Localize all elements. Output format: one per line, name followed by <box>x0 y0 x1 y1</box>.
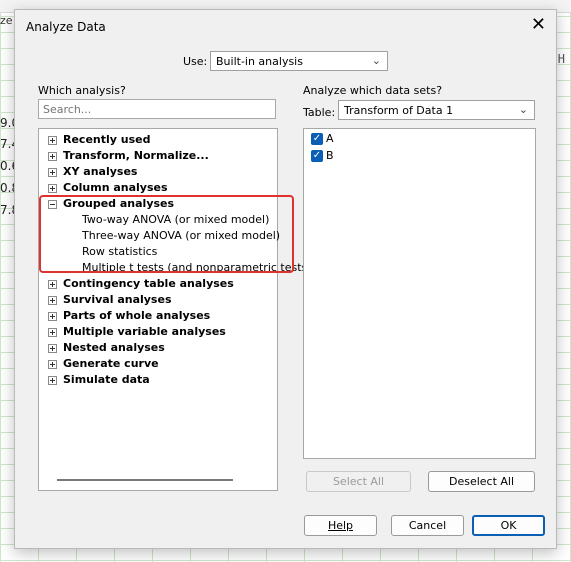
dataset-item-a[interactable]: ✓ A <box>311 131 334 147</box>
help-button[interactable]: Help <box>304 515 377 536</box>
tree-item-column-analyses[interactable]: Column analyses <box>48 180 168 196</box>
tree-item-parts-of-whole[interactable]: Parts of whole analyses <box>48 308 210 324</box>
horizontal-scrollbar[interactable] <box>57 479 233 481</box>
tree-item-transform-normalize[interactable]: Transform, Normalize... <box>48 148 209 164</box>
deselect-all-button[interactable]: Deselect All <box>428 471 535 492</box>
expand-plus-icon[interactable] <box>48 183 57 193</box>
datasets-list: ✓ A ✓ B <box>303 128 536 459</box>
tree-item-multiple-variable[interactable]: Multiple variable analyses <box>48 324 226 340</box>
which-analysis-label: Which analysis? <box>38 84 126 97</box>
tree-item-nested-analyses[interactable]: Nested analyses <box>48 340 165 356</box>
which-datasets-label: Analyze which data sets? <box>303 84 443 97</box>
expand-plus-icon[interactable] <box>48 279 57 289</box>
cancel-button[interactable]: Cancel <box>391 515 464 536</box>
column-header-h: H <box>557 52 565 66</box>
dataset-item-b[interactable]: ✓ B <box>311 148 334 164</box>
tree-item-xy-analyses[interactable]: XY analyses <box>48 164 137 180</box>
ok-button[interactable]: OK <box>472 515 545 536</box>
tree-item-recently-used[interactable]: Recently used <box>48 132 150 148</box>
analysis-tree[interactable]: Recently used Transform, Normalize... XY… <box>38 128 319 491</box>
expand-plus-icon[interactable] <box>48 311 57 321</box>
use-dropdown-value: Built-in analysis <box>216 55 303 68</box>
select-all-button[interactable]: Select All <box>306 471 411 492</box>
highlight-annotation-box <box>39 195 294 273</box>
expand-plus-icon[interactable] <box>48 343 57 353</box>
table-label: Table: <box>303 106 336 119</box>
expand-plus-icon[interactable] <box>48 135 57 145</box>
expand-plus-icon[interactable] <box>48 375 57 385</box>
expand-plus-icon[interactable] <box>48 295 57 305</box>
expand-plus-icon[interactable] <box>48 359 57 369</box>
use-label: Use: <box>183 55 208 68</box>
tree-item-simulate-data[interactable]: Simulate data <box>48 372 150 388</box>
tree-item-survival-analyses[interactable]: Survival analyses <box>48 292 172 308</box>
checkbox-checked-icon[interactable]: ✓ <box>311 150 323 162</box>
expand-plus-icon[interactable] <box>48 167 57 177</box>
search-input[interactable] <box>38 99 276 119</box>
analyze-data-dialog: Analyze Data ✕ Use: Built-in analysis ⌄ … <box>14 9 557 549</box>
tree-item-contingency-table[interactable]: Contingency table analyses <box>48 276 234 292</box>
table-dropdown-value: Transform of Data 1 <box>344 104 454 117</box>
table-dropdown[interactable]: Transform of Data 1 ⌄ <box>338 100 535 120</box>
tree-item-generate-curve[interactable]: Generate curve <box>48 356 159 372</box>
expand-plus-icon[interactable] <box>48 151 57 161</box>
close-icon[interactable]: ✕ <box>531 16 546 34</box>
expand-plus-icon[interactable] <box>48 327 57 337</box>
use-dropdown[interactable]: Built-in analysis ⌄ <box>210 51 388 71</box>
chevron-down-icon: ⌄ <box>518 103 528 116</box>
chevron-down-icon: ⌄ <box>371 54 381 67</box>
dialog-title: Analyze Data <box>26 20 106 34</box>
toolbar-partial-text: ze <box>0 14 13 27</box>
checkbox-checked-icon[interactable]: ✓ <box>311 133 323 145</box>
